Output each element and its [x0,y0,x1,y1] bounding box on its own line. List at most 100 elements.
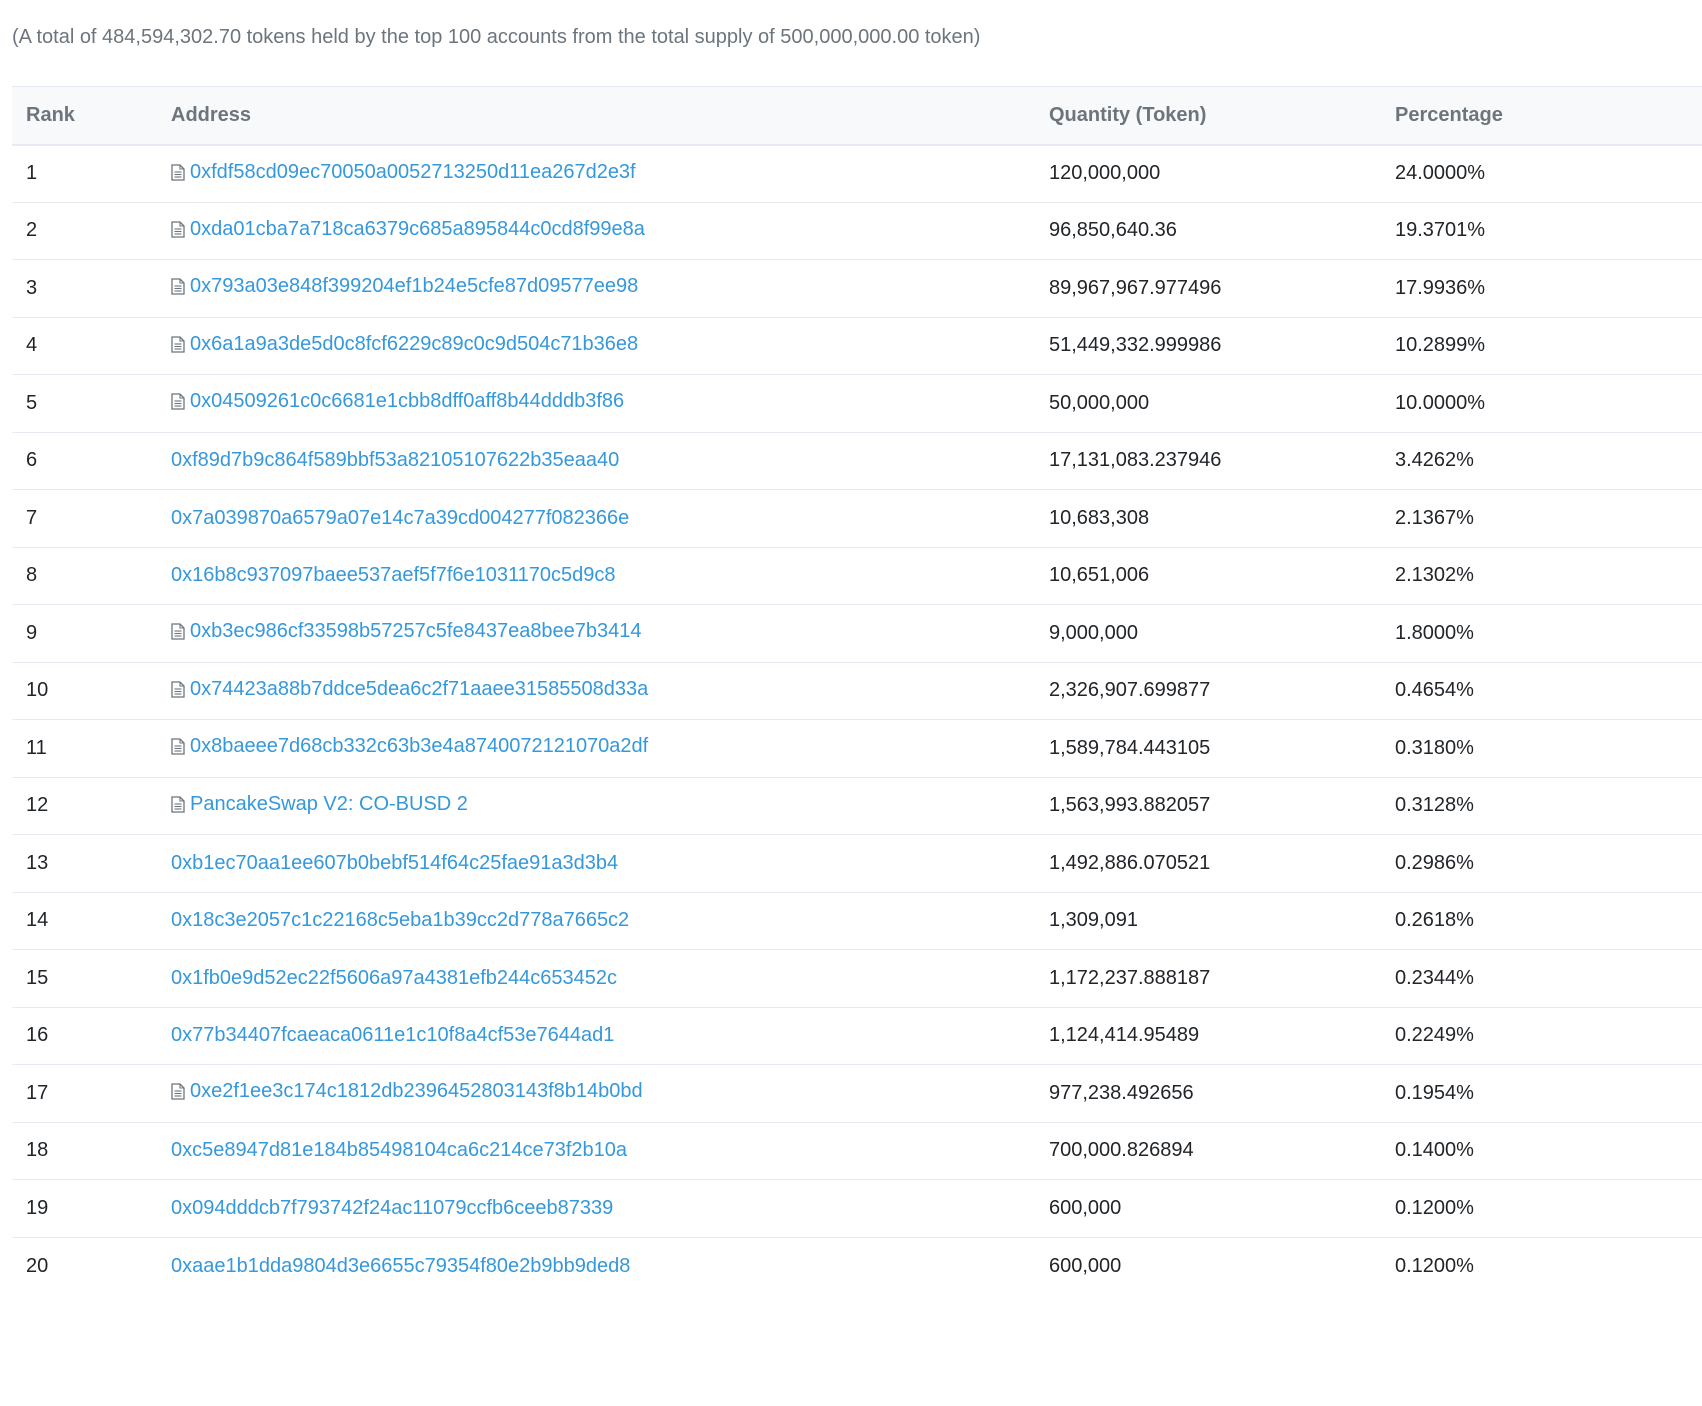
address-link[interactable]: 0x1fb0e9d52ec22f5606a97a4381efb244c65345… [171,967,617,990]
address-link[interactable]: 0xb1ec70aa1ee607b0bebf514f64c25fae91a3d3… [171,852,618,875]
table-row: 3 0x793a03e848f399204ef1b24e5cfe87d09577e… [12,259,1702,318]
address-text: PancakeSwap V2: CO-BUSD 2 [190,792,468,815]
quantity-cell: 600,000 [1049,1254,1122,1277]
rank-cell: 8 [12,547,157,605]
address-cell: 0x6a1a9a3de5d0c8fcf6229c89c0c9d504c71b36… [157,317,1035,375]
address-link[interactable]: 0x77b34407fcaeaca0611e1c10f8a4cf53e7644a… [171,1024,614,1047]
table-body: 1 0xfdf58cd09ec70050a0052713250d11ea267d2… [12,144,1702,1295]
quantity-cell: 96,850,640.36 [1035,202,1381,260]
address-link[interactable]: 0x7a039870a6579a07e14c7a39cd004277f08236… [171,507,629,530]
address-link[interactable]: 0x793a03e848f399204ef1b24e5cfe87d09577ee… [171,275,638,298]
address-link[interactable]: 0x6a1a9a3de5d0c8fcf6229c89c0c9d504c71b36… [171,333,638,356]
table-row: 8 0x16b8c937097baee537aef5f7f6e1031170c5d… [12,547,1702,605]
quantity-cell: 1,563,993.882057 [1035,777,1381,835]
percentage-cell: 10.0000% [1381,374,1702,433]
address-cell: 0x7a039870a6579a07e14c7a39cd004277f08236… [157,489,1035,548]
table-row: 19 0x094dddcb7f793742f24ac11079ccfb6ceeb8… [12,1179,1702,1238]
table-row: 13 0xb1ec70aa1ee607b0bebf514f64c25fae91a3… [12,834,1702,893]
percentage-cell: 0.1200% [1395,1254,1474,1277]
address-link[interactable]: 0x04509261c0c6681e1cbb8dff0aff8b44dddb3f… [171,390,624,413]
address-cell: 0xaae1b1dda9804d3e6655c79354f80e2b9bb9de… [157,1237,1035,1295]
percentage-cell: 0.2618% [1381,892,1702,950]
document-icon [171,393,185,410]
percentage-cell: 2.1367% [1381,489,1702,548]
address-link[interactable]: 0xf89d7b9c864f589bbf53a82105107622b35eaa… [171,449,619,472]
table-row: 6 0xf89d7b9c864f589bbf53a82105107622b35ea… [12,432,1702,490]
address-link[interactable]: 0xc5e8947d81e184b85498104ca6c214ce73f2b1… [171,1139,627,1162]
address-cell: 0x094dddcb7f793742f24ac11079ccfb6ceeb873… [157,1179,1035,1238]
document-icon [171,163,185,181]
address-cell: 0x793a03e848f399204ef1b24e5cfe87d09577ee… [157,259,1035,318]
quantity-cell: 600,000 [1035,1179,1381,1238]
address-cell: PancakeSwap V2: CO-BUSD 2 [157,777,1035,835]
rank-cell: 6 [12,432,157,490]
rank-cell: 4 [12,317,157,375]
rank-cell: 12 [12,777,157,835]
address-link[interactable]: 0xe2f1ee3c174c1812db2396452803143f8b14b0… [171,1080,643,1103]
table-row: 17 0xe2f1ee3c174c1812db2396452803143f8b14… [12,1064,1702,1123]
header-rank: Rank [12,86,157,146]
percentage-cell: 0.2344% [1381,949,1702,1008]
percentage-cell: 0.3180% [1381,719,1702,778]
rank-cell: 19 [12,1179,157,1238]
address-link[interactable]: 0x094dddcb7f793742f24ac11079ccfb6ceeb873… [171,1197,613,1220]
percentage-cell: 0.1200% [1381,1179,1702,1238]
rank-cell: 15 [12,949,157,1008]
quantity-cell: 977,238.492656 [1035,1064,1381,1123]
address-cell: 0xc5e8947d81e184b85498104ca6c214ce73f2b1… [157,1122,1035,1180]
address-text: 0xda01cba7a718ca6379c685a895844c0cd8f99e… [190,217,645,240]
address-link[interactable]: 0xaae1b1dda9804d3e6655c79354f80e2b9bb9de… [171,1255,630,1278]
percentage-cell: 3.4262% [1381,432,1702,490]
header-address: Address [157,86,1035,146]
document-icon [171,278,185,295]
address-link[interactable]: 0x74423a88b7ddce5dea6c2f71aaee31585508d3… [171,678,648,701]
percentage-cell: 17.9936% [1381,259,1702,318]
address-cell: 0x1fb0e9d52ec22f5606a97a4381efb244c65345… [157,949,1035,1008]
address-cell: 0xb3ec986cf33598b57257c5fe8437ea8bee7b34… [157,604,1035,663]
rank-cell: 9 [12,604,157,663]
quantity-cell: 1,124,414.95489 [1035,1007,1381,1065]
table-row: 12 PancakeSwap V2: CO-BUSD 2 1,563,993.882… [12,777,1702,835]
address-text: 0x8baeee7d68cb332c63b3e4a8740072121070a2… [190,735,649,758]
table-row: 9 0xb3ec986cf33598b57257c5fe8437ea8bee7b3… [12,604,1702,663]
document-icon [171,738,185,755]
percentage-cell: 1.8000% [1381,604,1702,663]
address-cell: 0x18c3e2057c1c22168c5eba1b39cc2d778a7665… [157,892,1035,950]
table-row: 20 0xaae1b1dda9804d3e6655c79354f80e2b9bb9… [12,1237,1702,1295]
address-text: 0xf89d7b9c864f589bbf53a82105107622b35eaa… [171,449,620,472]
address-cell: 0xe2f1ee3c174c1812db2396452803143f8b14b0… [157,1064,1035,1123]
address-cell: 0x77b34407fcaeaca0611e1c10f8a4cf53e7644a… [157,1007,1035,1065]
document-icon [171,681,185,698]
document-icon [171,1083,185,1100]
address-link[interactable]: 0x18c3e2057c1c22168c5eba1b39cc2d778a7665… [171,909,629,932]
rank-cell: 11 [12,719,157,778]
address-text: 0x094dddcb7f793742f24ac11079ccfb6ceeb873… [171,1196,614,1219]
address-cell: 0xf89d7b9c864f589bbf53a82105107622b35eaa… [157,432,1035,490]
table-row: 5 0x04509261c0c6681e1cbb8dff0aff8b44dddb3… [12,374,1702,433]
table-row: 7 0x7a039870a6579a07e14c7a39cd004277f0823… [12,489,1702,548]
address-text: 0xb3ec986cf33598b57257c5fe8437ea8bee7b34… [190,620,642,643]
address-link[interactable]: 0xda01cba7a718ca6379c685a895844c0cd8f99e… [171,218,645,241]
rank-cell: 20 [26,1254,49,1277]
address-text: 0xaae1b1dda9804d3e6655c79354f80e2b9bb9de… [171,1254,631,1277]
holders-summary: (A total of 484,594,302.70 tokens held b… [12,26,981,48]
percentage-cell: 0.1400% [1381,1122,1702,1180]
address-cell: 0x16b8c937097baee537aef5f7f6e1031170c5d9… [157,547,1035,605]
address-link[interactable]: 0x16b8c937097baee537aef5f7f6e1031170c5d9… [171,564,616,587]
percentage-cell: 0.3128% [1381,777,1702,835]
address-link[interactable]: PancakeSwap V2: CO-BUSD 2 [171,793,468,816]
rank-cell: 1 [12,144,157,203]
address-link[interactable]: 0x8baeee7d68cb332c63b3e4a8740072121070a2… [171,735,648,758]
quantity-cell: 1,492,886.070521 [1035,834,1381,893]
percentage-cell: 0.2249% [1381,1007,1702,1065]
address-link[interactable]: 0xb3ec986cf33598b57257c5fe8437ea8bee7b34… [171,620,642,643]
address-cell: 0x8baeee7d68cb332c63b3e4a8740072121070a2… [157,719,1035,778]
quantity-cell: 1,589,784.443105 [1035,719,1381,778]
quantity-cell: 700,000.826894 [1035,1122,1381,1180]
address-link[interactable]: 0xfdf58cd09ec70050a0052713250d11ea267d2e… [171,161,636,184]
address-text: 0x6a1a9a3de5d0c8fcf6229c89c0c9d504c71b36… [190,332,639,355]
address-cell: 0x04509261c0c6681e1cbb8dff0aff8b44dddb3f… [157,374,1035,433]
table-row: 11 0x8baeee7d68cb332c63b3e4a8740072121070… [12,719,1702,778]
percentage-cell: 0.1954% [1381,1064,1702,1123]
address-text: 0x16b8c937097baee537aef5f7f6e1031170c5d9… [171,564,616,587]
